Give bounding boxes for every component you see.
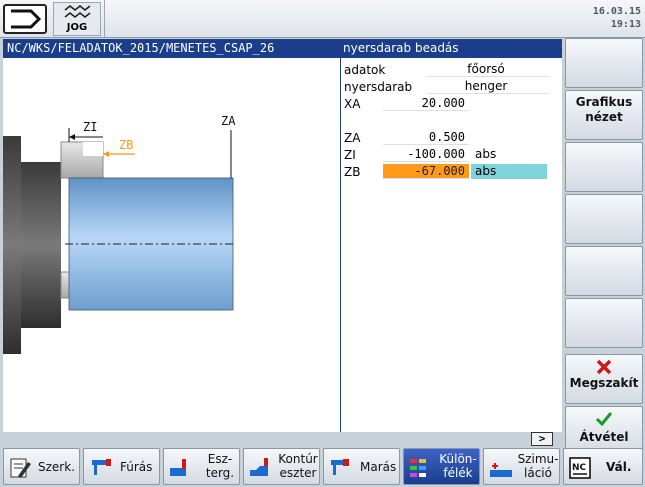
- row-zb: ZB -67.000 abs: [341, 164, 563, 180]
- blank-graphic-view: ZI ZB ZA: [3, 58, 340, 432]
- edit-icon: [10, 458, 31, 478]
- furas-button[interactable]: Fúrás: [83, 448, 160, 485]
- dialog-title: nyersdarab beadás: [343, 41, 459, 55]
- row-zi: ZI -100.000 abs: [341, 147, 563, 163]
- chuck-face: [21, 162, 61, 328]
- machine-mode-icon[interactable]: [3, 4, 47, 34]
- maras-button[interactable]: Marás: [323, 448, 400, 485]
- misc-grid-icon: [410, 459, 426, 477]
- val-button[interactable]: NC Vál.: [563, 448, 643, 485]
- jog-wave-icon: [64, 5, 91, 19]
- accept-check-icon: [595, 412, 613, 427]
- row-adatok: adatok főorsó: [341, 62, 563, 78]
- vsk1-button[interactable]: [565, 38, 643, 88]
- datetime: 16.03.15 19:13: [593, 5, 641, 31]
- simulation-icon: [490, 463, 512, 477]
- row-xa: XA 20.000: [341, 96, 563, 112]
- more-softkeys-button[interactable]: >: [531, 432, 553, 446]
- zi-dimension-label: ZI: [83, 120, 98, 134]
- row-za: ZA 0.500: [341, 130, 563, 146]
- turning-icon: [170, 459, 186, 476]
- top-bar: JOG 16.03.15 19:13: [0, 0, 645, 38]
- zb-dimension-label: ZB: [119, 138, 134, 152]
- grafikus-nezet-button[interactable]: Grafikus nézet: [565, 90, 643, 140]
- zi-input[interactable]: -100.000: [383, 147, 469, 162]
- zi-unit[interactable]: abs: [471, 147, 547, 162]
- nc-select-icon: NC: [569, 457, 591, 479]
- kulonfelek-button[interactable]: Külön-félék: [403, 448, 480, 485]
- vsk4-button[interactable]: [565, 194, 643, 244]
- za-dimension-label: ZA: [221, 114, 236, 128]
- szerk-button[interactable]: Szerk.: [3, 448, 80, 485]
- za-input[interactable]: 0.500: [383, 130, 469, 145]
- chuck-body: [3, 136, 21, 354]
- vsk6-button[interactable]: [565, 298, 643, 348]
- cancel-x-icon: [596, 359, 612, 375]
- svg-text:NC: NC: [572, 463, 587, 473]
- date: 16.03.15: [592, 6, 641, 17]
- vsk3-button[interactable]: [565, 142, 643, 192]
- vsk5-button[interactable]: [565, 246, 643, 296]
- parameter-form: adatok főorsó nyersdarab henger XA 20.00…: [340, 58, 562, 432]
- milling-icon: [331, 459, 349, 475]
- kontur-eszter-button[interactable]: Kontúr eszter: [243, 448, 320, 485]
- zb-unit[interactable]: abs: [471, 164, 547, 179]
- megszakit-button[interactable]: Megszakít: [565, 354, 643, 404]
- drill-icon: [92, 459, 111, 475]
- eszterg-button[interactable]: Esz-terg.: [163, 448, 240, 485]
- nyersdarab-select[interactable]: henger: [427, 79, 549, 94]
- jog-mode-indicator: JOG: [53, 2, 101, 36]
- time: 19:13: [610, 19, 641, 30]
- title-bar: NC/WKS/FELADATOK_2015/MENETES_CSAP_26 ny…: [3, 39, 562, 58]
- adatok-select[interactable]: főorsó: [427, 62, 549, 77]
- szimulacio-button[interactable]: Szimu-láció: [483, 448, 560, 485]
- xa-input[interactable]: 20.000: [383, 96, 469, 111]
- contour-turning-icon: [250, 458, 268, 476]
- jog-label: JOG: [66, 22, 88, 33]
- row-nyersdarab: nyersdarab henger: [341, 79, 563, 95]
- zb-input[interactable]: -67.000: [383, 164, 469, 179]
- program-path: NC/WKS/FELADATOK_2015/MENETES_CSAP_26: [7, 41, 275, 55]
